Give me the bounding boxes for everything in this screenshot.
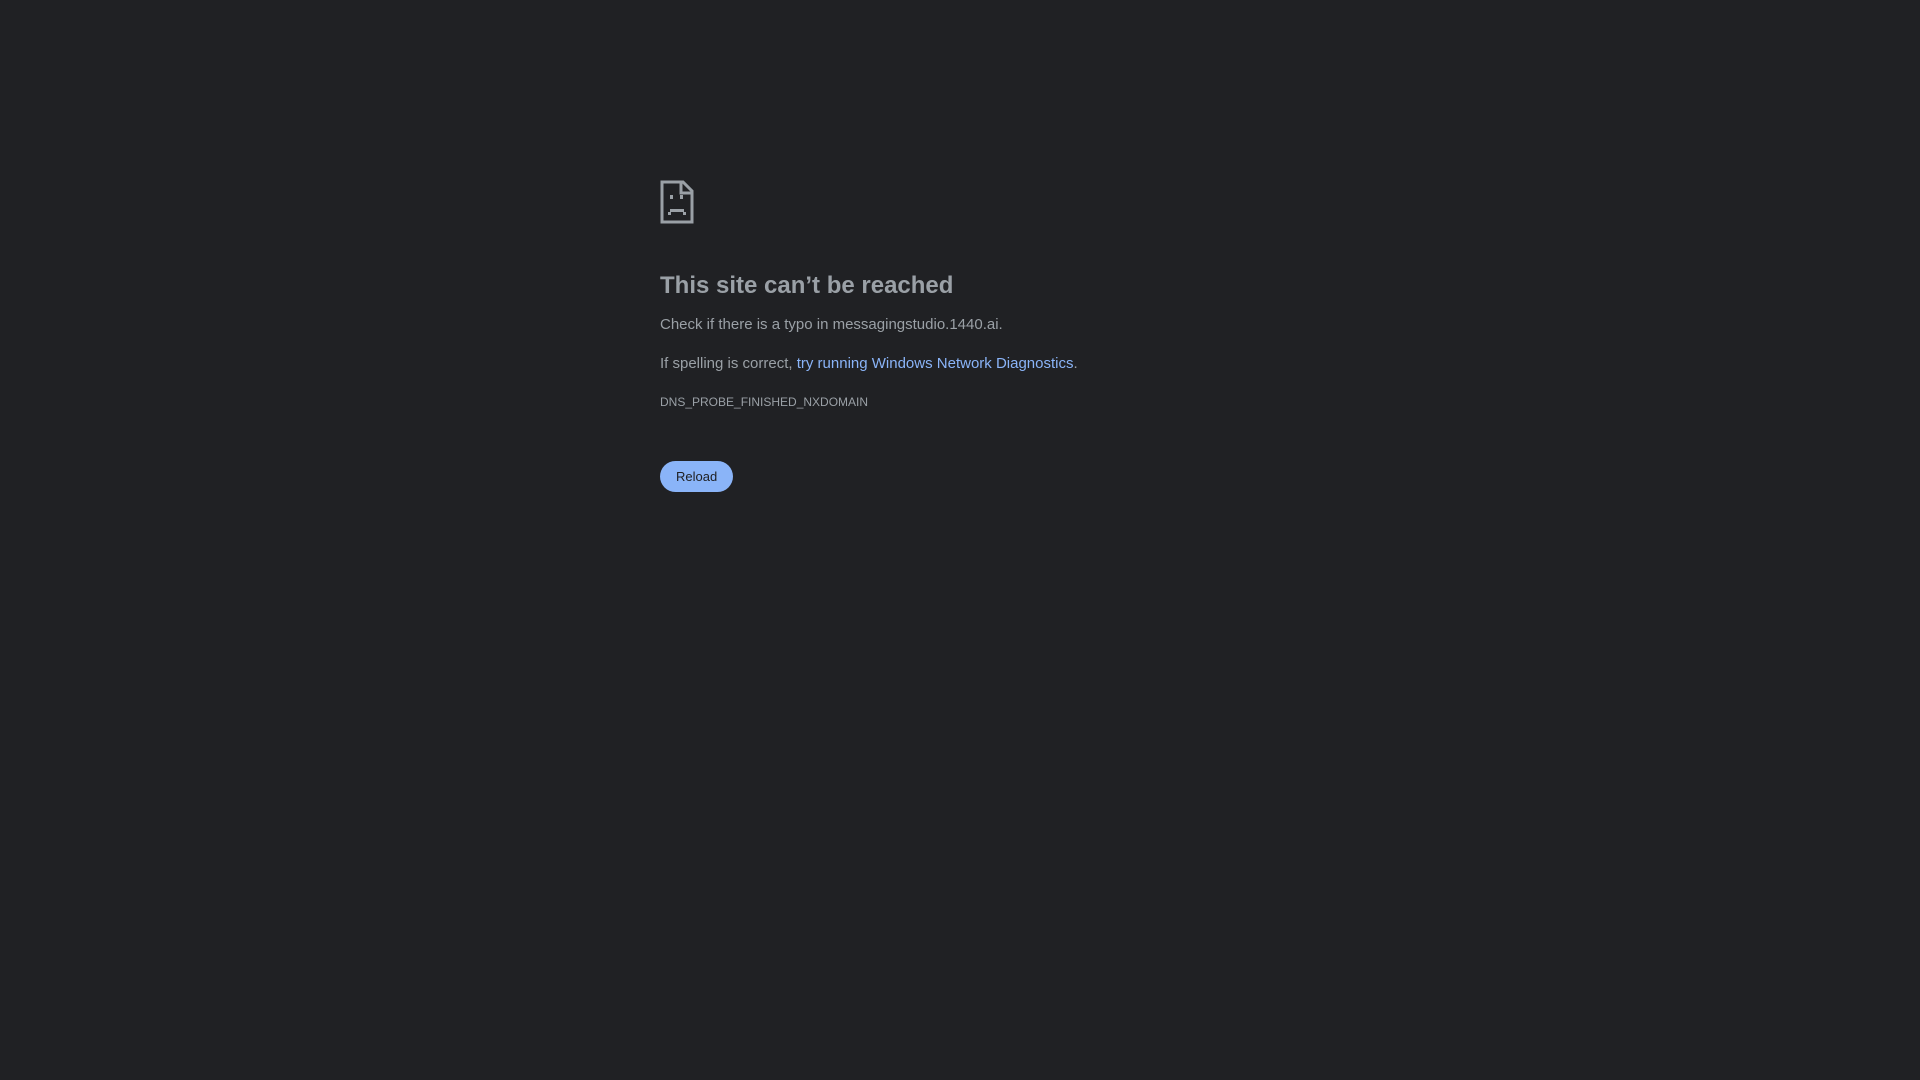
reload-button[interactable]: Reload — [660, 461, 734, 492]
error-page-content: This site can’t be reached Check if ther… — [660, 180, 1300, 492]
spelling-message-prefix: If spelling is correct, — [660, 355, 797, 372]
spelling-message: If spelling is correct, try running Wind… — [660, 354, 1300, 374]
typo-message-prefix: Check if there is a typo in — [660, 316, 833, 333]
typo-message: Check if there is a typo in messagingstu… — [660, 315, 1300, 335]
spelling-message-suffix: . — [1073, 355, 1078, 372]
sad-page-icon — [660, 180, 694, 224]
domain-name: messagingstudio.1440.ai — [832, 316, 999, 333]
typo-message-suffix: . — [998, 316, 1003, 333]
page-title: This site can’t be reached — [660, 272, 954, 299]
network-diagnostics-link[interactable]: try running Windows Network Diagnostics — [797, 355, 1074, 372]
error-code: DNS_PROBE_FINISHED_NXDOMAIN — [660, 395, 869, 409]
